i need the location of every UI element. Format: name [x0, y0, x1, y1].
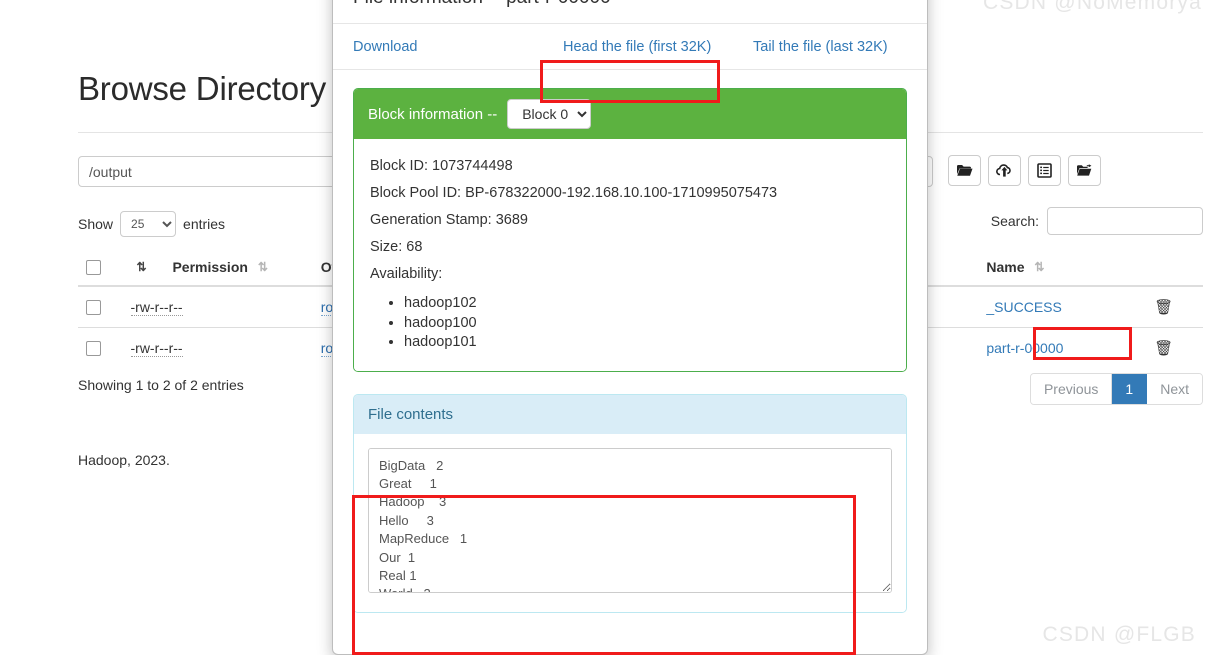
column-permission[interactable]: ⇅ Permission ⇅ — [122, 250, 313, 287]
row-select-cell — [78, 326, 123, 368]
pagination-previous[interactable]: Previous — [1030, 374, 1113, 404]
head-file-link[interactable]: Head the file (first 32K) — [563, 39, 753, 55]
availability-list: hadoop102 hadoop100 hadoop101 — [370, 294, 890, 353]
pagination-next[interactable]: Next — [1147, 374, 1202, 404]
availability-label: Availability: — [370, 266, 443, 282]
file-name-link[interactable]: _SUCCESS — [986, 299, 1061, 315]
pagination: Previous 1 Next — [1029, 373, 1203, 405]
open-folder-icon — [956, 163, 973, 178]
new-folder-icon — [1076, 163, 1093, 178]
block-information-details: Block ID: 1073744498 Block Pool ID: BP-6… — [354, 139, 906, 371]
search-label: Search: — [990, 213, 1039, 229]
block-id: Block ID: 1073744498 — [370, 158, 513, 174]
permission-link[interactable]: -rw-r--r-- — [130, 298, 183, 316]
trash-icon[interactable]: 🗑 — [1154, 299, 1173, 316]
row-checkbox[interactable] — [86, 300, 101, 316]
trash-icon[interactable]: 🗑 — [1154, 340, 1173, 357]
create-directory-button[interactable] — [1068, 155, 1101, 186]
select-all-header — [78, 250, 123, 287]
sort-icon: ⇅ — [136, 259, 147, 274]
permission-link[interactable]: -rw-r--r-- — [130, 339, 183, 357]
list-snapshot-icon — [1037, 163, 1052, 178]
footer-text: Hadoop, 2023. — [78, 452, 170, 468]
entries-label: entries — [183, 216, 226, 232]
block-information-label: Block information -- — [368, 105, 498, 123]
tail-file-link[interactable]: Tail the file (last 32K) — [753, 39, 888, 55]
block-information-header: Block information -- Block 0 — [354, 89, 906, 139]
row-select-cell — [78, 285, 123, 328]
upload-button[interactable] — [988, 155, 1021, 186]
search-control: Search: — [991, 207, 1203, 235]
block-information-panel: Block information -- Block 0 Block ID: 1… — [353, 88, 907, 372]
modal-title: File information -- part-r-00000 — [333, 0, 927, 23]
generation-stamp: Generation Stamp: 3689 — [370, 212, 528, 228]
file-contents-panel: File contents BigData 2 Great 1 Hadoop 3… — [353, 393, 907, 613]
snapshot-list-button[interactable] — [1028, 155, 1061, 186]
cell-delete: 🗑 — [1146, 326, 1203, 368]
column-actions — [1146, 250, 1203, 287]
page-length-control: Show 25 entries — [78, 211, 225, 237]
list-item: hadoop101 — [404, 333, 890, 353]
pagination-page-1[interactable]: 1 — [1112, 374, 1148, 404]
screen: Browse Directory /output Show 25 entries… — [0, 0, 1224, 655]
file-information-modal: File information -- part-r-00000 Downloa… — [332, 0, 928, 655]
file-contents-textarea[interactable]: BigData 2 Great 1 Hadoop 3 Hello 3 MapRe… — [368, 447, 892, 593]
select-all-checkbox[interactable] — [86, 259, 101, 275]
search-input[interactable] — [1047, 207, 1203, 235]
sort-icon: ⇅ — [1034, 259, 1045, 274]
column-name[interactable]: Name ⇅ — [978, 250, 1147, 287]
show-label: Show — [78, 216, 114, 232]
cell-permission: -rw-r--r-- — [122, 285, 313, 328]
row-checkbox[interactable] — [86, 341, 101, 357]
sort-icon: ⇅ — [257, 259, 268, 274]
modal-body: Block information -- Block 0 Block ID: 1… — [333, 70, 927, 613]
cell-name: part-r-00000 — [978, 326, 1147, 368]
file-name-link[interactable]: part-r-00000 — [986, 340, 1063, 356]
file-contents-body: BigData 2 Great 1 Hadoop 3 Hello 3 MapRe… — [354, 433, 906, 612]
list-item: hadoop102 — [404, 294, 890, 314]
block-size: Size: 68 — [370, 239, 423, 255]
directory-toolbar — [948, 155, 1101, 186]
column-permission-label: Permission — [172, 258, 248, 275]
column-name-label: Name — [986, 258, 1025, 275]
download-link[interactable]: Download — [353, 39, 563, 55]
cell-permission: -rw-r--r-- — [122, 326, 313, 368]
cloud-upload-icon — [996, 163, 1013, 178]
page-length-select[interactable]: 25 — [120, 211, 177, 237]
list-item: hadoop100 — [404, 314, 890, 334]
modal-action-links: Download Head the file (first 32K) Tail … — [333, 23, 927, 70]
cell-delete: 🗑 — [1146, 285, 1203, 328]
block-pool-id: Block Pool ID: BP-678322000-192.168.10.1… — [370, 185, 778, 201]
file-contents-header: File contents — [354, 394, 906, 434]
open-folder-button[interactable] — [948, 155, 981, 186]
block-select[interactable]: Block 0 — [507, 99, 592, 129]
showing-entries-info: Showing 1 to 2 of 2 entries — [78, 377, 244, 393]
page-title: Browse Directory — [78, 70, 327, 107]
cell-name: _SUCCESS — [978, 285, 1147, 328]
